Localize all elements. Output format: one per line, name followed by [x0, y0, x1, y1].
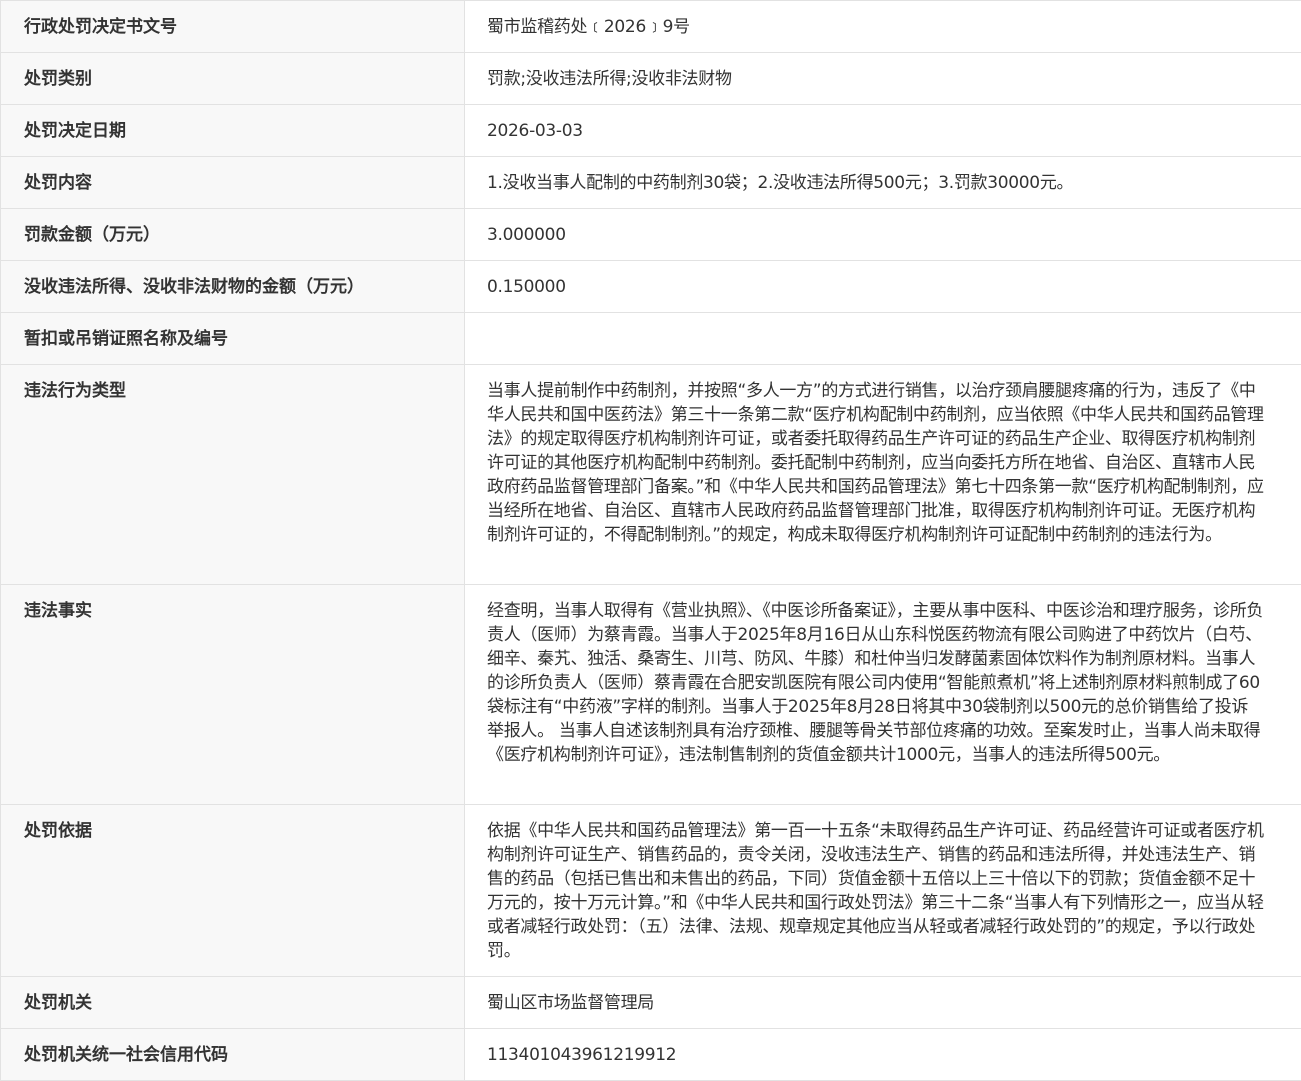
field-label: 违法行为类型 — [1, 365, 465, 585]
row-license-revocation: 暂扣或吊销证照名称及编号 — [1, 313, 1301, 365]
row-decision-date: 处罚决定日期 2026-03-03 — [1, 105, 1301, 157]
field-label: 处罚决定日期 — [1, 105, 465, 157]
row-violation-type: 违法行为类型 当事人提前制作中药制剂，并按照“多人一方”的方式进行销售，以治疗颈… — [1, 365, 1301, 585]
field-value: 依据《中华人民共和国药品管理法》第一百一十五条“未取得药品生产许可证、药品经营许… — [465, 805, 1301, 977]
row-penalty-basis: 处罚依据 依据《中华人民共和国药品管理法》第一百一十五条“未取得药品生产许可证、… — [1, 805, 1301, 977]
field-label: 处罚机关 — [1, 977, 465, 1029]
row-decision-number: 行政处罚决定书文号 蜀市监稽药处﹝2026﹞9号 — [1, 1, 1301, 53]
field-value: 0.150000 — [465, 261, 1301, 313]
field-label: 处罚内容 — [1, 157, 465, 209]
field-label: 处罚依据 — [1, 805, 465, 977]
penalty-detail-table: 行政处罚决定书文号 蜀市监稽药处﹝2026﹞9号 处罚类别 罚款;没收违法所得;… — [0, 0, 1301, 1081]
field-label: 处罚类别 — [1, 53, 465, 105]
field-label: 没收违法所得、没收非法财物的金额（万元） — [1, 261, 465, 313]
row-confiscation-amount: 没收违法所得、没收非法财物的金额（万元） 0.150000 — [1, 261, 1301, 313]
row-fine-amount: 罚款金额（万元） 3.000000 — [1, 209, 1301, 261]
field-value: 经查明，当事人取得有《营业执照》、《中医诊所备案证》，主要从事中医科、中医诊治和… — [465, 585, 1301, 805]
row-violation-facts: 违法事实 经查明，当事人取得有《营业执照》、《中医诊所备案证》，主要从事中医科、… — [1, 585, 1301, 805]
field-value: 蜀市监稽药处﹝2026﹞9号 — [465, 1, 1301, 53]
field-value: 当事人提前制作中药制剂，并按照“多人一方”的方式进行销售，以治疗颈肩腰腿疼痛的行… — [465, 365, 1301, 585]
row-penalty-category: 处罚类别 罚款;没收违法所得;没收非法财物 — [1, 53, 1301, 105]
row-authority-credit-code: 处罚机关统一社会信用代码 113401043961219912 — [1, 1029, 1301, 1081]
field-value: 罚款;没收违法所得;没收非法财物 — [465, 53, 1301, 105]
field-label: 处罚机关统一社会信用代码 — [1, 1029, 465, 1081]
field-value: 1.没收当事人配制的中药制剂30袋；2.没收违法所得500元；3.罚款30000… — [465, 157, 1301, 209]
field-value: 2026-03-03 — [465, 105, 1301, 157]
field-label: 暂扣或吊销证照名称及编号 — [1, 313, 465, 365]
field-label: 违法事实 — [1, 585, 465, 805]
field-label: 行政处罚决定书文号 — [1, 1, 465, 53]
field-value — [465, 313, 1301, 365]
field-label: 罚款金额（万元） — [1, 209, 465, 261]
field-value: 蜀山区市场监督管理局 — [465, 977, 1301, 1029]
field-value: 113401043961219912 — [465, 1029, 1301, 1081]
row-penalty-authority: 处罚机关 蜀山区市场监督管理局 — [1, 977, 1301, 1029]
field-value: 3.000000 — [465, 209, 1301, 261]
row-penalty-content: 处罚内容 1.没收当事人配制的中药制剂30袋；2.没收违法所得500元；3.罚款… — [1, 157, 1301, 209]
